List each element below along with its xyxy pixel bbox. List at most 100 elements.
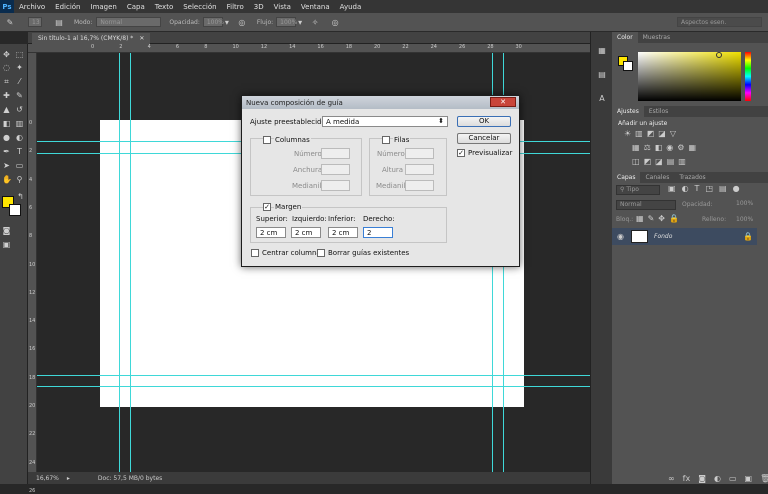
status-arrow-icon[interactable]: ▸ bbox=[67, 475, 70, 482]
filter-smart-icon[interactable]: ▤ bbox=[719, 184, 727, 193]
invert-icon[interactable]: ◫ bbox=[632, 157, 640, 166]
document-tab[interactable]: Sin título-1 al 16,7% (CMYK/8) * ✕ bbox=[32, 33, 151, 44]
close-tab-icon[interactable]: ✕ bbox=[139, 35, 144, 42]
eraser-tool-icon[interactable]: ◧ bbox=[2, 119, 11, 128]
color-balance-icon[interactable]: ⚖ bbox=[644, 143, 651, 152]
filter-adjust-icon[interactable]: ◐ bbox=[682, 184, 689, 193]
path-select-tool-icon[interactable]: ➤ bbox=[2, 161, 11, 170]
airbrush-icon[interactable]: ✧ bbox=[308, 18, 322, 27]
menu-ayuda[interactable]: Ayuda bbox=[335, 3, 367, 11]
menu-3d[interactable]: 3D bbox=[249, 3, 269, 11]
curves-icon[interactable]: ◩ bbox=[647, 129, 655, 138]
mode-select[interactable]: Normal bbox=[96, 17, 162, 27]
guide-horizontal[interactable] bbox=[37, 375, 590, 376]
right-margin-input[interactable]: 2 bbox=[363, 227, 393, 238]
lock-position-icon[interactable]: ✥ bbox=[658, 214, 665, 223]
link-layers-icon[interactable]: ∞ bbox=[668, 474, 675, 483]
margin-checkbox[interactable]: ✓ bbox=[263, 203, 271, 211]
healing-tool-icon[interactable]: ✚ bbox=[2, 91, 11, 100]
filter-shape-icon[interactable]: ◳ bbox=[705, 184, 713, 193]
close-dialog-button[interactable]: ✕ bbox=[490, 97, 516, 107]
menu-capa[interactable]: Capa bbox=[122, 3, 150, 11]
add-mask-icon[interactable]: ◙ bbox=[698, 474, 706, 483]
flow-input[interactable]: 100% bbox=[276, 17, 297, 27]
rows-number-input[interactable] bbox=[405, 148, 434, 159]
rows-height-input[interactable] bbox=[405, 164, 434, 175]
menu-archivo[interactable]: Archivo bbox=[14, 3, 50, 11]
screen-mode-icon[interactable]: ▣ bbox=[2, 240, 11, 249]
blur-tool-icon[interactable]: ● bbox=[2, 133, 11, 142]
character-panel-icon[interactable]: A bbox=[597, 94, 607, 104]
lock-paint-icon[interactable]: ✎ bbox=[648, 214, 655, 223]
tab-layers[interactable]: Capas bbox=[612, 172, 641, 183]
new-adjustment-icon[interactable]: ◐ bbox=[714, 474, 721, 483]
vibrance-icon[interactable]: ▽ bbox=[670, 129, 676, 138]
pen-tool-icon[interactable]: ✒ bbox=[2, 147, 11, 156]
tab-adjustments[interactable]: Ajustes bbox=[612, 106, 644, 117]
color-field[interactable] bbox=[638, 52, 741, 101]
shape-tool-icon[interactable]: ▭ bbox=[15, 161, 24, 170]
menu-seleccion[interactable]: Selección bbox=[178, 3, 221, 11]
tab-color[interactable]: Color bbox=[612, 32, 638, 43]
horizontal-ruler[interactable]: 0 2 4 6 8 10 12 14 16 18 20 22 24 26 28 30 bbox=[28, 44, 590, 53]
lock-pixels-icon[interactable]: ▦ bbox=[636, 214, 644, 223]
fx-icon[interactable]: fx bbox=[683, 474, 691, 483]
menu-vista[interactable]: Vista bbox=[269, 3, 296, 11]
delete-layer-icon[interactable]: 🗑 bbox=[760, 474, 768, 483]
rows-gutter-input[interactable] bbox=[405, 180, 434, 191]
photo-filter-icon[interactable]: ◉ bbox=[666, 143, 673, 152]
zoom-level[interactable]: 16,67% bbox=[36, 475, 59, 482]
hue-saturation-icon[interactable]: ▦ bbox=[632, 143, 640, 152]
brush-tool-icon[interactable]: ✎ bbox=[15, 91, 24, 100]
eyedropper-tool-icon[interactable]: ⁄ bbox=[15, 77, 24, 86]
preset-select[interactable]: A medida ⬍ bbox=[322, 116, 448, 127]
background-color-swatch[interactable] bbox=[9, 204, 21, 216]
hand-tool-icon[interactable]: ✋ bbox=[2, 175, 12, 184]
lock-all-icon[interactable]: 🔒 bbox=[669, 214, 679, 223]
posterize-icon[interactable]: ◩ bbox=[644, 157, 652, 166]
menu-edicion[interactable]: Edición bbox=[50, 3, 85, 11]
layer-name[interactable]: Fondo bbox=[654, 233, 672, 240]
tab-styles[interactable]: Estilos bbox=[644, 108, 673, 115]
brightness-icon[interactable]: ☀ bbox=[624, 129, 631, 138]
layer-opacity-value[interactable]: 100% bbox=[736, 200, 753, 207]
new-group-icon[interactable]: ▭ bbox=[729, 474, 737, 483]
flow-dropdown-icon[interactable]: ▾ bbox=[296, 18, 304, 27]
black-white-icon[interactable]: ◧ bbox=[655, 143, 663, 152]
brush-tool-icon[interactable]: ✎ bbox=[0, 18, 20, 27]
pressure-opacity-icon[interactable]: ◎ bbox=[235, 18, 249, 27]
guide-vertical[interactable] bbox=[130, 53, 131, 472]
menu-ventana[interactable]: Ventana bbox=[296, 3, 335, 11]
channel-mixer-icon[interactable]: ⚙ bbox=[677, 143, 684, 152]
tab-swatches[interactable]: Muestras bbox=[638, 34, 675, 41]
new-layer-icon[interactable]: ▣ bbox=[745, 474, 753, 483]
menu-filtro[interactable]: Filtro bbox=[222, 3, 249, 11]
levels-icon[interactable]: ▥ bbox=[635, 129, 643, 138]
filter-toggle-icon[interactable]: ● bbox=[733, 184, 740, 193]
columns-width-input[interactable] bbox=[321, 164, 350, 175]
crop-tool-icon[interactable]: ⌗ bbox=[2, 77, 11, 86]
gradient-map-icon[interactable]: ▥ bbox=[678, 157, 686, 166]
opacity-input[interactable]: 100% bbox=[202, 17, 224, 27]
fill-value[interactable]: 100% bbox=[736, 216, 753, 223]
brush-panel-icon[interactable]: ▤ bbox=[52, 18, 66, 27]
selective-color-icon[interactable]: ▤ bbox=[667, 157, 675, 166]
filter-pixel-icon[interactable]: ▣ bbox=[668, 184, 676, 193]
dialog-title-bar[interactable]: Nueva composición de guía bbox=[242, 96, 519, 109]
preview-checkbox[interactable]: ✓ bbox=[457, 149, 465, 157]
properties-panel-icon[interactable]: ▤ bbox=[597, 70, 607, 80]
cancel-button[interactable]: Cancelar bbox=[457, 133, 511, 144]
blend-mode-select[interactable]: Normal bbox=[616, 200, 676, 210]
tab-paths[interactable]: Trazados bbox=[674, 174, 710, 181]
filter-type-icon[interactable]: T bbox=[695, 184, 700, 193]
eye-icon[interactable]: ◉ bbox=[617, 232, 624, 241]
swap-colors-icon[interactable]: ↰ bbox=[16, 192, 25, 201]
clone-stamp-tool-icon[interactable]: ▲ bbox=[2, 105, 11, 114]
exposure-icon[interactable]: ◪ bbox=[658, 129, 666, 138]
guide-vertical[interactable] bbox=[119, 53, 120, 472]
threshold-icon[interactable]: ◪ bbox=[655, 157, 663, 166]
type-tool-icon[interactable]: T bbox=[15, 147, 24, 156]
quick-mask-icon[interactable]: ◙ bbox=[2, 226, 11, 235]
columns-gutter-input[interactable] bbox=[321, 180, 350, 191]
clear-guides-checkbox[interactable] bbox=[317, 249, 325, 257]
